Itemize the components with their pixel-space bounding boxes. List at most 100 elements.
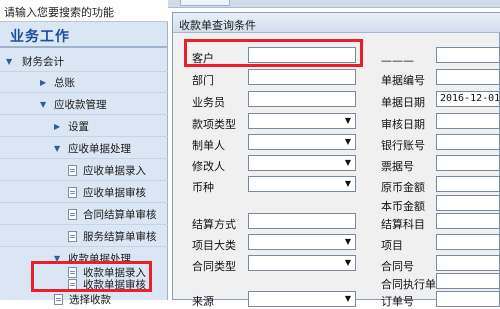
highlight-box [31,261,152,292]
field-label-project-category: 项目大类 [192,239,236,252]
tree-item-label: 选择收款 [69,293,111,306]
salesperson-input[interactable] [248,91,356,107]
field-label-audit-date: 审核日期 [381,118,425,131]
field-label-dash: ——— [381,54,414,67]
module-divider [0,46,168,48]
contract-number-input[interactable] [436,255,500,271]
creator-select[interactable]: ▼ [248,134,356,150]
triangle-down-icon: ▼ [54,143,61,153]
document-icon [68,186,77,198]
currency-select[interactable]: ▼ [248,176,356,192]
chevron-down-icon[interactable]: ▼ [342,115,354,127]
settlement-method-input[interactable] [248,213,356,229]
source-select[interactable]: ▼ [248,291,356,307]
triangle-right-icon: ▶ [54,121,61,131]
document-icon [68,208,77,220]
tree-item-settings[interactable]: ▶ 设置 [54,117,89,135]
field-label-bank-account: 银行账号 [381,139,425,152]
local-amount-input[interactable] [436,195,500,211]
field-label-creator: 制单人 [192,139,225,152]
doc-number-input[interactable] [436,69,500,85]
modifier-select[interactable]: ▼ [248,155,356,171]
field-label-original-amount: 原币金额 [381,181,425,194]
tree-item-receivable-audit[interactable]: 应收单据审核 [68,183,146,201]
triangle-down-icon: ▼ [40,99,47,109]
module-title: 业务工作 [10,29,70,45]
payment-type-select[interactable]: ▼ [248,113,356,129]
field-label-local-amount: 本币金额 [381,200,425,213]
chevron-down-icon[interactable]: ▼ [342,236,354,248]
divider [0,136,168,137]
tree-item-label: 总账 [54,76,75,89]
field-label-order-number: 订单号 [381,295,414,308]
field-label-contract-number: 合同号 [381,260,414,273]
tree-item-label: 合同结算单审核 [83,208,157,221]
tree-item-label: 财务会计 [22,55,64,68]
triangle-down-icon: ▼ [6,56,13,66]
field-label-source: 来源 [192,295,214,308]
field-label-doc-date: 单据日期 [381,96,425,109]
field-label-contract-type: 合同类型 [192,260,236,273]
field-label-payment-type: 款项类型 [192,118,236,131]
tree-item-select-collection[interactable]: 选择收款 [54,290,111,308]
tree-item-receivables[interactable]: ▼ 应收款管理 [40,95,107,113]
field-label-currency: 币种 [192,181,214,194]
divider [0,71,168,72]
function-search-input[interactable]: 请输入您要搜索的功能 [0,0,168,22]
tree-item-service-audit[interactable]: 服务结算单审核 [68,227,157,245]
chevron-down-icon[interactable]: ▼ [342,257,354,269]
field-label-contract-execution: 合同执行单 [381,278,436,291]
tree-item-contract-audit[interactable]: 合同结算单审核 [68,205,157,223]
divider [0,246,168,247]
tree-item-receivable-entry[interactable]: 应收单据录入 [68,161,146,179]
chevron-down-icon[interactable]: ▼ [342,136,354,148]
divider [0,180,168,181]
tree-item-receivable-docs[interactable]: ▼ 应收单据处理 [54,139,131,157]
field-label-salesperson: 业务员 [192,96,225,109]
divider [0,92,168,93]
tree-item-label: 应收款管理 [54,98,107,111]
document-icon [68,164,77,176]
field-label-settlement-account: 结算科目 [381,218,425,231]
contract-type-select[interactable]: ▼ [248,255,356,271]
highlight-box [184,39,363,67]
tree-item-label: 应收单据处理 [68,142,131,155]
tree-item-general-ledger[interactable]: ▶ 总账 [40,73,75,91]
divider [0,158,168,159]
project-category-select[interactable]: ▼ [248,234,356,250]
contract-execution-input[interactable] [436,273,500,289]
tab[interactable] [180,0,230,6]
field-label-department: 部门 [192,74,214,87]
note-number-input[interactable] [436,155,500,171]
bank-account-input[interactable] [436,134,500,150]
chevron-down-icon[interactable]: ▼ [342,293,354,305]
project-input[interactable] [436,234,500,250]
tree-item-label: 应收单据审核 [83,186,146,199]
tree-item-finance[interactable]: ▼ 财务会计 [6,52,64,70]
triangle-right-icon: ▶ [40,77,47,87]
chevron-down-icon[interactable]: ▼ [342,157,354,169]
dialog-title: 收款单查询条件 [173,13,500,33]
divider [0,224,168,225]
divider [0,114,168,115]
divider [0,202,168,203]
field-label-project: 项目 [381,239,403,252]
field-label-settlement-method: 结算方式 [192,218,236,231]
field-label-modifier: 修改人 [192,160,225,173]
doc-date-input[interactable]: 2016-12-01 [436,91,500,107]
field-label-doc-number: 单据编号 [381,74,425,87]
department-input[interactable] [248,69,356,85]
document-icon [54,293,63,305]
original-amount-input[interactable] [436,176,500,192]
order-number-input[interactable] [436,291,500,307]
tree-item-label: 设置 [68,120,89,133]
field-label-note-number: 票据号 [381,160,414,173]
customer-range-end-input[interactable] [436,47,500,63]
settlement-account-input[interactable] [436,213,500,229]
chevron-down-icon[interactable]: ▼ [342,178,354,190]
navigation-panel: 请输入您要搜索的功能 业务工作 ▼ 财务会计 ▶ 总账 ▼ 应收款管理 ▶ 设置… [0,0,168,306]
audit-date-input[interactable] [436,113,500,129]
document-icon [68,230,77,242]
tree-item-label: 应收单据录入 [83,164,146,177]
tree-item-label: 服务结算单审核 [83,230,157,243]
